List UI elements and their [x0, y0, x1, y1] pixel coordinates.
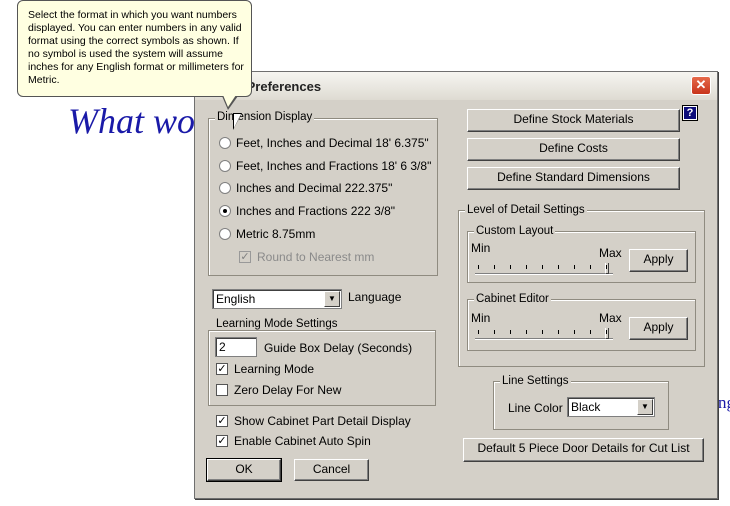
radio-feet-inches-fractions[interactable]	[219, 160, 231, 172]
slider-tick	[574, 330, 575, 334]
chevron-down-icon[interactable]: ▼	[324, 291, 340, 307]
language-select[interactable]: English ▼	[212, 289, 342, 309]
radio-label-inches-decimal[interactable]: Inches and Decimal 222.375"	[236, 181, 392, 195]
slider-tick	[494, 330, 495, 334]
radio-metric[interactable]	[219, 228, 231, 240]
custom-layout-apply-button[interactable]: Apply	[629, 249, 688, 272]
line-color-value: Black	[571, 400, 601, 414]
learning-mode-checkbox[interactable]: ✓	[216, 363, 228, 375]
slider-thumb[interactable]	[605, 328, 609, 339]
cabinet-editor-apply-button[interactable]: Apply	[629, 317, 688, 340]
slider-tick	[542, 265, 543, 269]
guide-box-delay-input[interactable]: 2	[215, 337, 257, 357]
slider-tick	[590, 265, 591, 269]
help-icon[interactable]: ?	[682, 105, 698, 121]
radio-feet-inches-decimal[interactable]	[219, 137, 231, 149]
tooltip-text: Select the format in which you want numb…	[28, 9, 244, 86]
door-details-button[interactable]: Default 5 Piece Door Details for Cut Lis…	[463, 438, 704, 462]
define-stock-materials-button[interactable]: Define Stock Materials	[467, 109, 680, 132]
slider-tick	[590, 330, 591, 334]
slider-tick	[558, 330, 559, 334]
custom-layout-legend: Custom Layout	[474, 225, 556, 237]
radio-label-inches-fractions[interactable]: Inches and Fractions 222 3/8"	[236, 204, 395, 218]
line-settings-legend: Line Settings	[500, 375, 571, 387]
slider-tick	[526, 330, 527, 334]
slider-track	[475, 338, 613, 340]
radio-label-feet-inches-decimal[interactable]: Feet, Inches and Decimal 18' 6.375"	[236, 136, 429, 150]
auto-spin-label[interactable]: Enable Cabinet Auto Spin	[234, 434, 371, 448]
slider-tick	[542, 330, 543, 334]
cabinet-editor-max-label: Max	[599, 311, 622, 325]
cabinet-editor-slider[interactable]	[475, 327, 613, 343]
slider-track	[475, 273, 613, 275]
slider-tick	[494, 265, 495, 269]
mouse-cursor-fill	[234, 114, 241, 128]
slider-tick	[526, 265, 527, 269]
slider-tick	[574, 265, 575, 269]
define-costs-button[interactable]: Define Costs	[467, 138, 680, 161]
slider-tick	[478, 330, 479, 334]
slider-tick	[510, 330, 511, 334]
dialog-titlebar[interactable]: /Preferences ✕	[195, 72, 717, 100]
line-color-select[interactable]: Black ▼	[567, 397, 655, 417]
custom-layout-max-label: Max	[599, 246, 622, 260]
slider-tick	[510, 265, 511, 269]
radio-label-feet-inches-fractions[interactable]: Feet, Inches and Fractions 18' 6 3/8"	[236, 159, 431, 173]
background-page-title: What wo	[68, 101, 196, 141]
auto-spin-checkbox[interactable]: ✓	[216, 435, 228, 447]
tooltip-pointer	[223, 95, 236, 107]
guide-box-delay-value: 2	[219, 340, 226, 354]
cancel-button[interactable]: Cancel	[294, 459, 369, 481]
show-part-detail-checkbox[interactable]: ✓	[216, 415, 228, 427]
cabinet-editor-legend: Cabinet Editor	[474, 293, 551, 305]
define-standard-dimensions-button[interactable]: Define Standard Dimensions	[467, 167, 680, 190]
learning-mode-legend: Learning Mode Settings	[214, 318, 340, 330]
dimension-display-legend: Dimension Display	[215, 111, 315, 123]
learning-mode-label[interactable]: Learning Mode	[234, 362, 314, 376]
level-of-detail-legend: Level of Detail Settings	[465, 204, 587, 216]
cabinet-editor-min-label: Min	[471, 311, 491, 325]
zero-delay-checkbox[interactable]	[216, 384, 228, 396]
guide-tooltip: Select the format in which you want numb…	[17, 0, 252, 97]
custom-layout-min-label: Min	[471, 241, 491, 255]
preferences-dialog: /Preferences ✕ ? Dimension Display Feet,…	[194, 71, 718, 499]
language-label: Language	[348, 290, 402, 304]
chevron-down-icon[interactable]: ▼	[637, 399, 653, 415]
background-text-fragment: ng	[718, 393, 730, 412]
radio-inches-fractions[interactable]	[219, 205, 231, 217]
slider-tick	[478, 265, 479, 269]
slider-tick	[558, 265, 559, 269]
language-select-value: English	[216, 292, 256, 306]
round-nearest-mm-checkbox[interactable]: ✓	[239, 251, 251, 263]
guide-box-delay-label: Guide Box Delay (Seconds)	[264, 341, 413, 355]
show-part-detail-label[interactable]: Show Cabinet Part Detail Display	[234, 414, 411, 428]
close-button[interactable]: ✕	[691, 76, 711, 95]
close-icon: ✕	[695, 77, 707, 92]
zero-delay-label[interactable]: Zero Delay For New	[234, 383, 341, 397]
slider-thumb[interactable]	[605, 263, 609, 274]
round-nearest-mm-label: Round to Nearest mm	[257, 250, 375, 264]
radio-label-metric[interactable]: Metric 8.75mm	[236, 227, 315, 241]
dialog-title: /Preferences	[243, 79, 322, 94]
custom-layout-slider[interactable]	[475, 262, 613, 278]
line-color-label: Line Color	[508, 401, 563, 415]
ok-button[interactable]: OK	[206, 458, 282, 482]
radio-inches-decimal[interactable]	[219, 182, 231, 194]
